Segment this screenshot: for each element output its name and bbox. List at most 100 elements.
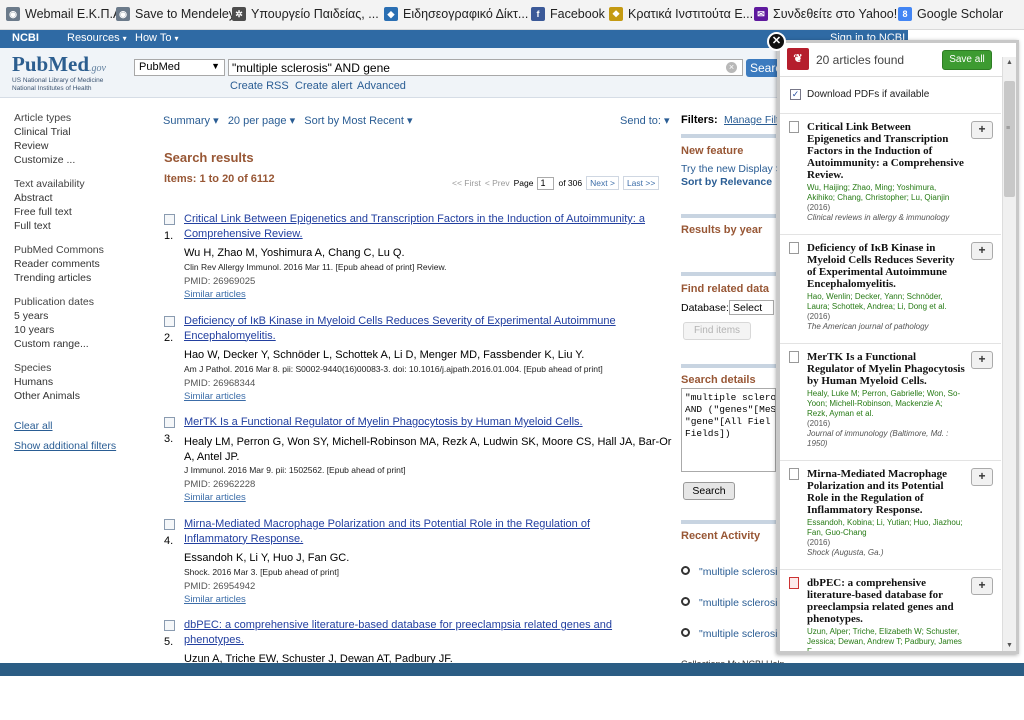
bookmark-item[interactable]: ✲ Υπουργείο Παιδείας, ...: [232, 7, 379, 21]
bookmark-item[interactable]: ◆ Ειδησεογραφικό Δίκτ...: [384, 7, 528, 21]
result-item: 3. MerTK Is a Functional Regulator of Mye…: [164, 415, 672, 517]
related-database-select[interactable]: Select: [729, 300, 774, 315]
sort-dropdown[interactable]: Sort by Most Recent ▾: [304, 115, 412, 127]
recent-item[interactable]: "multiple sclerosi: [681, 628, 777, 640]
result-title-link[interactable]: MerTK Is a Functional Regulator of Myeli…: [184, 415, 654, 430]
similar-articles-link[interactable]: Similar articles: [184, 391, 246, 402]
checkbox[interactable]: ✓: [790, 89, 801, 100]
details-search-button[interactable]: Search: [683, 482, 735, 500]
pubmed-logo[interactable]: PubMed.gov: [12, 52, 106, 77]
last-page-button[interactable]: Last >>: [622, 176, 660, 190]
first-page-link: << First: [452, 178, 481, 188]
bookmark-item[interactable]: ❖ Κρατικά Ινστιτούτα Ε...: [609, 7, 753, 21]
document-icon: [789, 468, 799, 480]
filter-item[interactable]: Reader comments: [14, 258, 144, 272]
sendto-dropdown[interactable]: Send to: ▾: [620, 114, 670, 127]
filter-item[interactable]: Custom range...: [14, 338, 144, 352]
scrollbar[interactable]: ▲ ≡ ▼: [1002, 57, 1016, 651]
filter-item[interactable]: Free full text: [14, 206, 144, 220]
filter-item[interactable]: Abstract: [14, 192, 144, 206]
filter-item[interactable]: 5 years: [14, 310, 144, 324]
resources-menu[interactable]: Resources ▾: [67, 32, 127, 44]
next-page-button[interactable]: Next >: [586, 176, 619, 190]
filters-label: Filters:: [681, 114, 718, 126]
document-icon: [789, 351, 799, 363]
search-icon: [681, 628, 690, 637]
search-results-title: Search results: [164, 150, 254, 165]
add-article-button[interactable]: +: [971, 468, 993, 486]
filter-item[interactable]: 10 years: [14, 324, 144, 338]
perpage-dropdown[interactable]: 20 per page ▾: [228, 115, 295, 127]
advanced-link[interactable]: Advanced: [357, 80, 406, 92]
result-title-link[interactable]: dbPEC: a comprehensive literature-based …: [184, 618, 654, 648]
result-checkbox[interactable]: [164, 315, 175, 327]
new-display-link[interactable]: Try the new Display Se: [681, 163, 789, 175]
filter-item[interactable]: Humans: [14, 376, 144, 390]
find-items-button[interactable]: Find items: [683, 322, 751, 340]
result-title-link[interactable]: Deficiency of IκB Kinase in Myeloid Cell…: [184, 314, 654, 344]
page-input[interactable]: 1: [537, 176, 555, 190]
add-article-button[interactable]: +: [971, 121, 993, 139]
result-title-link[interactable]: Critical Link Between Epigenetics and Tr…: [184, 212, 654, 242]
mendeley-article-journal: Shock (Augusta, Ga.): [807, 548, 884, 557]
clear-icon[interactable]: ×: [726, 62, 737, 73]
bookmark-item[interactable]: ◉ Save to Mendeley: [116, 7, 235, 21]
add-article-button[interactable]: +: [971, 351, 993, 369]
result-pmid: PMID: 26969025: [184, 276, 256, 287]
bookmark-item[interactable]: ✉ Συνδεθείτε στο Yahoo!: [754, 7, 897, 21]
show-filters-link[interactable]: Show additional filters: [14, 440, 144, 454]
result-checkbox[interactable]: [164, 620, 175, 631]
result-title-link[interactable]: Mirna-Mediated Macrophage Polarization a…: [184, 517, 654, 547]
document-icon: [789, 242, 799, 254]
filter-item[interactable]: Customize ...: [14, 154, 144, 168]
mendeley-article-title: Mirna-Mediated Macrophage Polarization a…: [807, 468, 948, 516]
recent-item[interactable]: "multiple sclerosi: [681, 597, 777, 609]
filter-item[interactable]: Full text: [14, 220, 144, 234]
bookmark-item[interactable]: f Facebook: [531, 7, 605, 21]
filter-item[interactable]: Other Animals: [14, 390, 144, 404]
sort-relevance-link[interactable]: Sort by Relevance: [681, 176, 772, 188]
similar-articles-link[interactable]: Similar articles: [184, 492, 246, 503]
filter-group-title: Article types: [14, 112, 72, 124]
articles-found: 20 articles found: [816, 53, 905, 67]
results-by-year-heading: Results by year: [681, 224, 763, 236]
search-input[interactable]: "multiple sclerosis" AND gene ×: [228, 59, 743, 76]
bookmark-item[interactable]: 8 Google Scholar: [898, 7, 1003, 21]
filter-item[interactable]: Review: [14, 140, 144, 154]
results-list: 1. Critical Link Between Epigenetics and …: [164, 212, 672, 720]
mendeley-toolbar: ❦ 20 articles found Save all: [780, 43, 1016, 77]
filter-item[interactable]: Trending articles: [14, 272, 144, 286]
add-article-button[interactable]: +: [971, 577, 993, 595]
download-pdf-option[interactable]: ✓ Download PDFs if available: [790, 89, 929, 100]
chevron-down-icon: ▾: [174, 34, 179, 43]
bookmark-label: Facebook: [550, 7, 605, 21]
scroll-up-icon: ▲: [1006, 59, 1013, 66]
grip-icon: ≡: [1006, 125, 1011, 132]
bookmark-item[interactable]: ◉ Webmail Ε.Κ.Π.Α.: [6, 7, 125, 21]
divider: [681, 134, 776, 138]
database-label: Database:: [681, 302, 729, 314]
create-alert-link[interactable]: Create alert: [295, 80, 352, 92]
ncbi-logo[interactable]: NCBI: [12, 32, 39, 44]
result-checkbox[interactable]: [164, 417, 175, 428]
summary-dropdown[interactable]: Summary ▾: [163, 115, 219, 127]
recent-activity-heading: Recent Activity: [681, 530, 761, 542]
close-icon[interactable]: ✕: [767, 32, 786, 51]
search-details-box[interactable]: "multiple sclero AND ("genes"[MeS "gene"…: [681, 388, 776, 472]
recent-item[interactable]: "multiple sclerosis: [681, 566, 783, 578]
create-rss-link[interactable]: Create RSS: [230, 80, 289, 92]
scroll-thumb[interactable]: [1004, 81, 1015, 197]
similar-articles-link[interactable]: Similar articles: [184, 594, 246, 605]
result-checkbox[interactable]: [164, 518, 175, 530]
mendeley-article: Critical Link Between Epigenetics and Tr…: [780, 113, 1001, 234]
document-icon: [789, 121, 799, 133]
filter-item[interactable]: Clinical Trial: [14, 126, 144, 140]
add-article-button[interactable]: +: [971, 242, 993, 260]
globe-icon: ◉: [116, 7, 130, 21]
similar-articles-link[interactable]: Similar articles: [184, 289, 246, 300]
howto-menu[interactable]: How To ▾: [135, 32, 179, 44]
result-checkbox[interactable]: [164, 214, 175, 225]
database-select[interactable]: PubMed ▼: [134, 59, 225, 76]
clear-all-link[interactable]: Clear all: [14, 420, 144, 434]
save-all-button[interactable]: Save all: [942, 50, 992, 70]
